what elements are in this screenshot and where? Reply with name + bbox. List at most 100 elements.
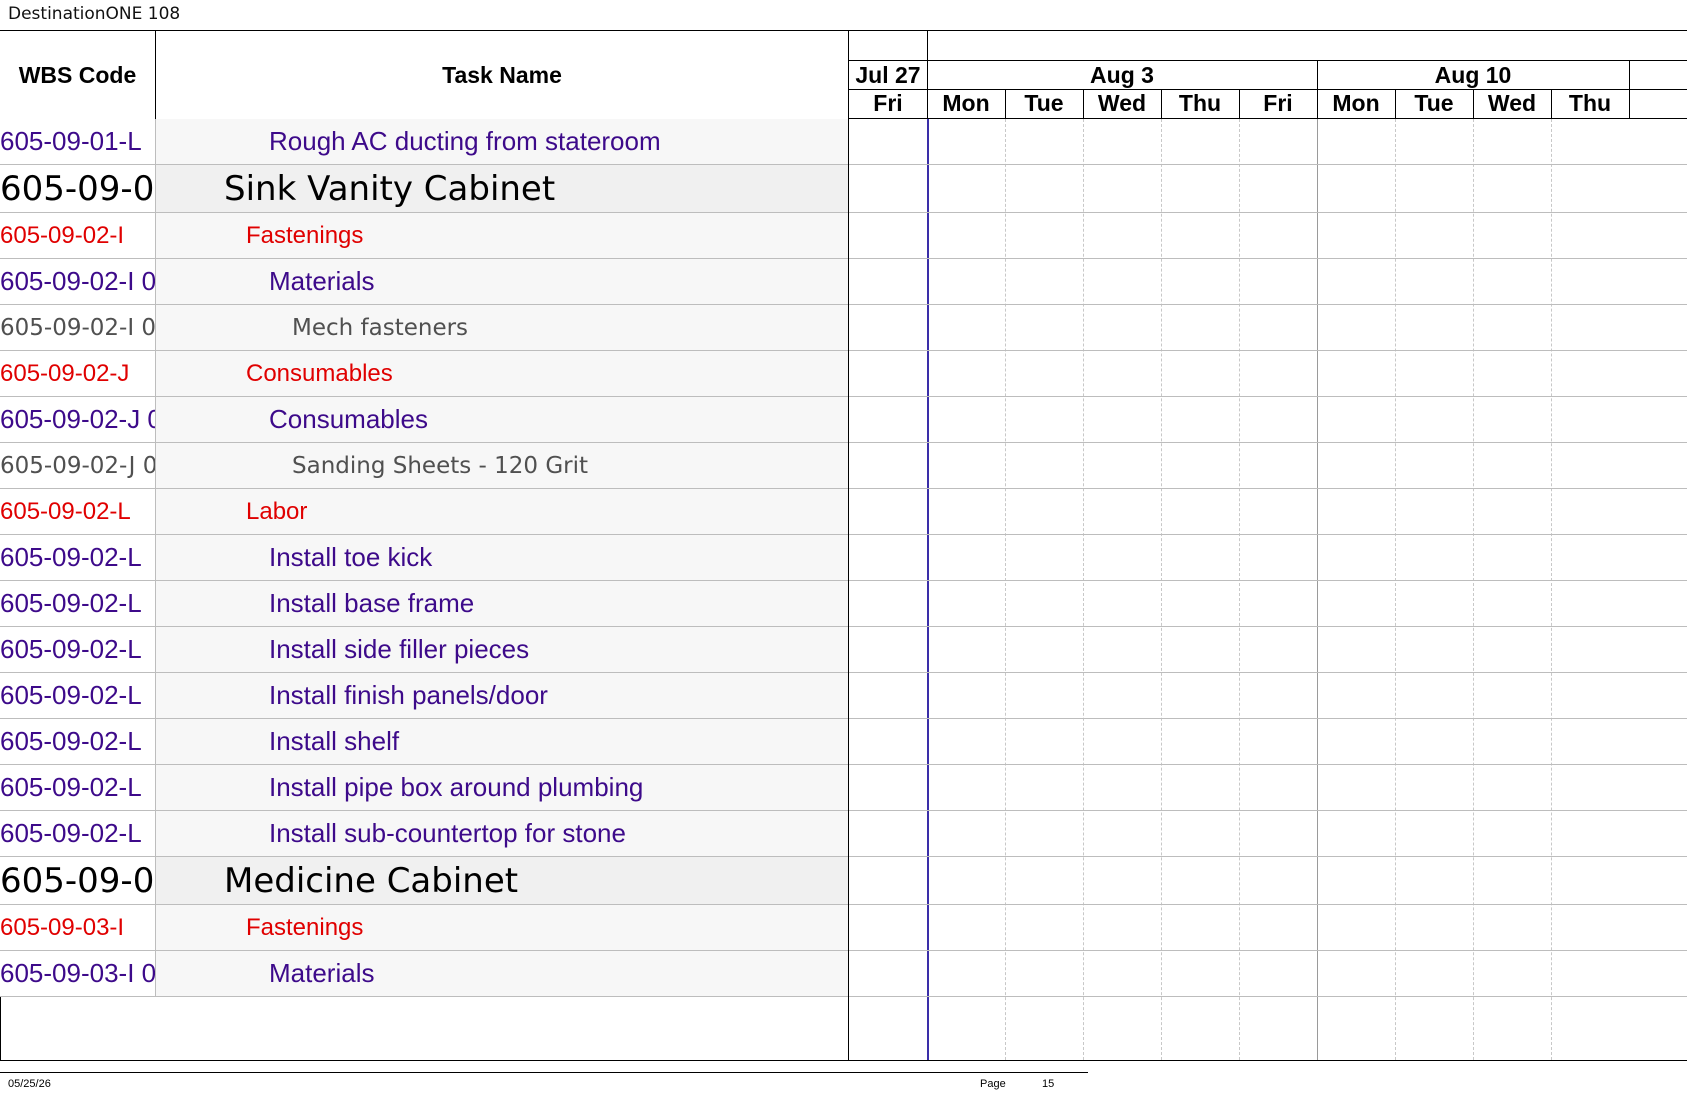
week-grid-line (1317, 119, 1318, 1060)
task-name-cell: Materials (269, 958, 375, 988)
gantt-row-line (849, 350, 1687, 351)
gantt-row-line (849, 856, 1687, 857)
gantt-row-line (849, 626, 1687, 627)
wbs-code-cell: 605-09-02-I 0 (0, 259, 156, 304)
table-row[interactable]: 605-09-03Medicine Cabinet (0, 857, 848, 905)
table-row[interactable]: 605-09-03-I Fastenings (0, 905, 848, 951)
wbs-code-cell: 605-09-02-I (0, 213, 156, 258)
wbs-code-cell: 605-09-02-L (0, 581, 156, 626)
wbs-code-cell: 605-09-02-L (0, 535, 156, 580)
table-row[interactable]: 605-09-02-I Fastenings (0, 213, 848, 259)
frame-bottom-border (0, 1060, 1687, 1061)
day-separator (927, 89, 928, 118)
gantt-row-line (849, 488, 1687, 489)
wbs-code-cell: 605-09-03 (0, 857, 156, 904)
gantt-row-line (849, 304, 1687, 305)
gantt-row-line (849, 258, 1687, 259)
task-table-body: 605-09-01-L Rough AC ducting from statero… (0, 119, 848, 997)
wbs-code-cell: 605-09-02-I 01 (0, 305, 156, 350)
task-name-cell: Materials (269, 266, 375, 296)
wbs-code-cell: 605-09-02-L (0, 673, 156, 718)
gantt-row-line (849, 396, 1687, 397)
footer-rule (0, 1072, 1088, 1073)
day-grid-line (1083, 119, 1084, 1060)
wbs-code-header[interactable]: WBS Code (0, 31, 156, 119)
gantt-row-line (849, 718, 1687, 719)
footer-page-number: 15 (1042, 1078, 1055, 1090)
day-label: Tue (1024, 90, 1064, 116)
table-row[interactable]: 605-09-02-L Install toe kick (0, 535, 848, 581)
week-label: Jul 27 (855, 61, 921, 88)
week-label: Aug 3 (1090, 61, 1154, 88)
table-row[interactable]: 605-09-02-I 0 Materials (0, 259, 848, 305)
day-separator (1317, 89, 1318, 118)
task-name-header[interactable]: Task Name (156, 31, 848, 119)
task-name-cell: Install pipe box around plumbing (269, 772, 644, 802)
table-row[interactable]: 605-09-02-L Install finish panels/door (0, 673, 848, 719)
day-grid-line (1473, 119, 1474, 1060)
table-row[interactable]: 605-09-01-L Rough AC ducting from statero… (0, 119, 848, 165)
wbs-code-cell: 605-09-02-J 0 (0, 397, 156, 442)
task-name-cell: Sink Vanity Cabinet (156, 165, 848, 212)
day-separator (1395, 89, 1396, 118)
task-name-cell: Labor (246, 497, 308, 525)
task-name-cell: Rough AC ducting from stateroom (269, 126, 661, 156)
gantt-row-line (849, 764, 1687, 765)
wbs-code-cell: 605-09-02-J 01 (0, 443, 156, 488)
table-row[interactable]: 605-09-02-J 0 Consumables (0, 397, 848, 443)
gantt-row-line (849, 164, 1687, 165)
day-label: Tue (1414, 90, 1454, 116)
table-row[interactable]: 605-09-02-I 01 Mech fasteners (0, 305, 848, 351)
day-label: Thu (1568, 90, 1612, 116)
gantt-row-line (849, 534, 1687, 535)
task-name-cell: Fastenings (246, 913, 364, 941)
task-name-cell: Install sub-countertop for stone (269, 818, 626, 848)
document-title: DestinationONE 108 (8, 4, 181, 24)
table-row[interactable]: 605-09-02-L Install sub-countertop for st… (0, 811, 848, 857)
day-label: Fri (873, 90, 903, 116)
day-separator (1083, 89, 1084, 118)
day-grid-line (1551, 119, 1552, 1060)
day-separator (1239, 89, 1240, 118)
task-name-cell: Install base frame (269, 588, 475, 618)
table-row[interactable]: 605-09-02-L Install pipe box around plumb… (0, 765, 848, 811)
table-row[interactable]: 605-09-03-I 0 Materials (0, 951, 848, 997)
gantt-row-line (849, 996, 1687, 997)
task-name-cell: Consumables (246, 359, 393, 387)
day-separator (1551, 89, 1552, 118)
table-row[interactable]: 605-09-02-L Install base frame (0, 581, 848, 627)
table-row[interactable]: 605-09-02-L Install shelf (0, 719, 848, 765)
gantt-row-line (849, 442, 1687, 443)
task-name-cell: Fastenings (246, 221, 364, 249)
task-name-cell: Install finish panels/door (269, 680, 548, 710)
table-header: WBS Code Task Name (0, 31, 848, 120)
table-row[interactable]: 605-09-02-L Labor (0, 489, 848, 535)
day-label: Wed (1487, 90, 1537, 116)
day-separator (1005, 89, 1006, 118)
wbs-code-cell: 605-09-02-L (0, 765, 156, 810)
table-row[interactable]: 605-09-02-J Consumables (0, 351, 848, 397)
table-row[interactable]: 605-09-02-L Install side filler pieces (0, 627, 848, 673)
gantt-row-line (849, 810, 1687, 811)
wbs-code-cell: 605-09-02-J (0, 351, 156, 396)
week-label: Aug 10 (1434, 61, 1512, 88)
gantt-chart: Jul 27 Aug 3 Aug 10 Fri Mon Tue Wed Thu Fri Mon Tu… (848, 31, 1687, 1060)
wbs-code-cell: 605-09-02 (0, 165, 156, 212)
wbs-code-cell: 605-09-01-L (0, 119, 156, 164)
day-grid-line (1239, 119, 1240, 1060)
table-row[interactable]: 605-09-02-J 01 Sanding Sheets - 120 Grit (0, 443, 848, 489)
day-grid-line (1005, 119, 1006, 1060)
wbs-code-cell: 605-09-02-L (0, 719, 156, 764)
day-label: Thu (1178, 90, 1222, 116)
table-row[interactable]: 605-09-02Sink Vanity Cabinet (0, 165, 848, 213)
gantt-row-line (849, 950, 1687, 951)
gantt-row-line (849, 580, 1687, 581)
week-separator (1629, 60, 1630, 119)
timeline-marker-line (927, 119, 929, 1060)
gantt-row-line (849, 904, 1687, 905)
task-name-cell: Install toe kick (269, 542, 433, 572)
day-grid-line (1161, 119, 1162, 1060)
day-label: Mon (1332, 90, 1380, 116)
wbs-code-cell: 605-09-02-L (0, 811, 156, 856)
gantt-row-line (849, 212, 1687, 213)
